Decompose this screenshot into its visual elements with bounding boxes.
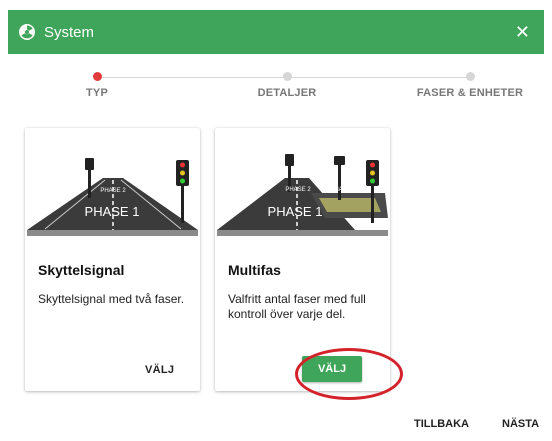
system-icon [18,23,36,41]
traffic-road-illustration: PHASE 2 PHASE 3 PHASE 1 [217,154,388,236]
step-dot [282,72,292,81]
card-title: Multifas [228,262,281,278]
step-label: FASER & ENHETER [416,87,524,99]
road-label-phase-1: PHASE 1 [268,204,323,219]
step-label: DETALJER [257,87,317,99]
card-skyttelsignal[interactable]: PHASE 2 PHASE 1 Skyttelsignal Skyttelsig… [25,128,200,391]
road-label-phase-2: PHASE 2 [100,188,126,194]
step-typ: TYP [27,68,167,99]
road-label-phase-1: PHASE 1 [85,204,140,219]
step-label: TYP [86,87,108,99]
card-title: Skyttelsignal [38,262,125,278]
highlight-annotation [295,348,403,400]
select-button[interactable]: VÄLJ [145,364,174,376]
card-description: Skyttelsignal med två faser. [38,292,185,306]
card-description: Valfritt antal faser med full kontroll ö… [228,292,366,321]
step-faser-enheter: FASER & ENHETER [400,68,540,99]
next-button[interactable]: NÄSTA [502,418,539,430]
close-icon[interactable]: ✕ [515,21,530,43]
road-label-phase-2: PHASE 2 [285,187,311,193]
step-dot-active [92,72,102,81]
step-dot [465,72,475,81]
dialog-title: System [44,23,95,41]
traffic-road-illustration: PHASE 2 PHASE 1 [27,158,198,236]
back-button[interactable]: TILLBAKA [414,418,469,430]
step-detaljer: DETALJER [217,68,357,99]
dialog-titlebar: System ✕ [8,10,544,54]
road-label-phase-3: PHASE 3 [330,187,356,193]
stepper: TYP DETALJER FASER & ENHETER [0,68,552,108]
